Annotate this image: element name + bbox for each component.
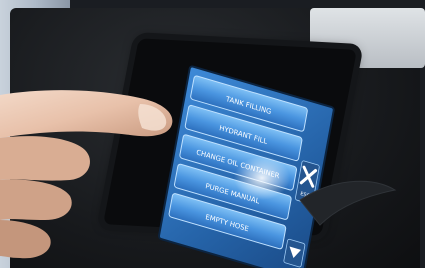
little-finger — [0, 220, 51, 259]
ring-finger — [0, 179, 72, 220]
hand — [0, 90, 173, 259]
photo-scene: TANK FILLING HYDRANT FILL CHANGE OIL CON… — [0, 0, 425, 268]
middle-finger — [0, 136, 90, 181]
